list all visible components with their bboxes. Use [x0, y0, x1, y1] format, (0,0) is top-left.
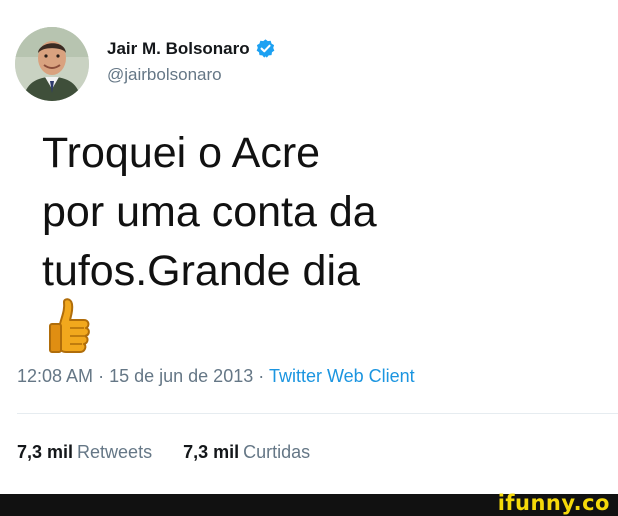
display-name[interactable]: Jair M. Bolsonaro	[107, 39, 250, 59]
tweet-client-link[interactable]: Twitter Web Client	[269, 366, 415, 386]
tweet-text: Troquei o Acre por uma conta da tufos.Gr…	[42, 124, 582, 301]
name-row: Jair M. Bolsonaro	[107, 38, 276, 59]
tweet-text-line: por uma conta da	[42, 188, 377, 236]
tweet-text-line: Troquei o Acre	[42, 129, 321, 177]
tweet-time: 12:08 AM	[17, 366, 94, 386]
user-handle[interactable]: @jairbolsonaro	[107, 65, 222, 85]
tweet-text-line: tufos.Grande dia	[42, 247, 360, 295]
likes-count: 7,3 mil	[183, 442, 240, 462]
meta-separator: ·	[98, 366, 105, 386]
tweet-meta: 12:08 AM · 15 de jun de 2013 · Twitter W…	[17, 366, 415, 387]
tweet-card: Jair M. Bolsonaro @jairbolsonaro Troquei…	[0, 0, 618, 494]
likes-stat[interactable]: 7,3 mil Curtidas	[183, 442, 310, 462]
meta-separator: ·	[258, 366, 265, 386]
verified-badge-icon	[256, 39, 274, 58]
profile-photo-icon	[15, 27, 89, 101]
page: Jair M. Bolsonaro @jairbolsonaro Troquei…	[0, 0, 618, 516]
avatar[interactable]	[15, 27, 89, 101]
thumbs-up-icon	[46, 298, 94, 356]
retweets-label: Retweets	[77, 442, 153, 462]
tweet-date[interactable]: 15 de jun de 2013	[109, 366, 253, 386]
tweet-stats: 7,3 mil Retweets 7,3 mil Curtidas	[17, 442, 310, 463]
retweets-count: 7,3 mil	[17, 442, 74, 462]
divider	[17, 413, 618, 414]
ifunny-watermark: ifunny.co	[497, 491, 610, 515]
retweets-stat[interactable]: 7,3 mil Retweets	[17, 442, 157, 462]
likes-label: Curtidas	[243, 442, 311, 462]
watermark-bar: ifunny.co	[0, 491, 618, 516]
